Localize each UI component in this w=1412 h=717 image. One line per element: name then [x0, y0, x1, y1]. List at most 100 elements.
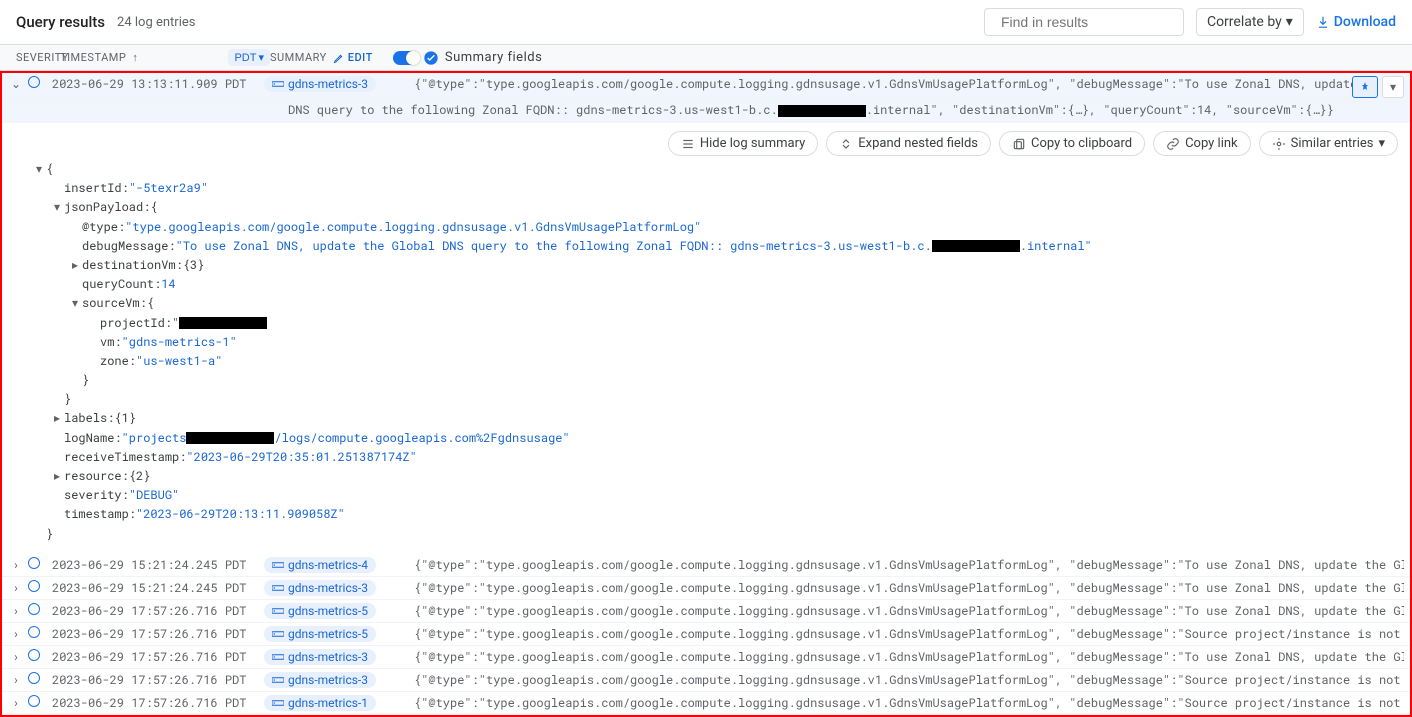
find-in-results[interactable]	[984, 8, 1184, 36]
severity-indicator	[24, 626, 44, 642]
log-row[interactable]: › 2023-06-29 17:57:26.716 PDT gdns-metri…	[2, 692, 1410, 715]
download-button[interactable]: Download	[1316, 14, 1396, 30]
instance-icon	[272, 584, 284, 592]
expand-icon	[839, 137, 853, 151]
timezone-button[interactable]: PDT ▾	[228, 49, 270, 66]
find-input[interactable]	[1001, 14, 1182, 30]
collapse-icon[interactable]: ⌄	[8, 76, 24, 92]
redacted-text	[778, 105, 866, 117]
clipboard-icon	[1012, 137, 1026, 151]
correlate-label: Correlate by	[1207, 14, 1282, 30]
resource-chip[interactable]: gdns-metrics-1	[264, 695, 376, 711]
log-row[interactable]: › 2023-06-29 17:57:26.716 PDT gdns-metri…	[2, 623, 1410, 646]
resource-chip[interactable]: gdns-metrics-3	[264, 76, 376, 92]
log-row[interactable]: › 2023-06-29 15:21:24.245 PDT gdns-metri…	[2, 577, 1410, 600]
copy-link-button[interactable]: Copy link	[1153, 131, 1251, 156]
summary-cell: {"@type":"type.googleapis.com/google.com…	[414, 649, 1404, 665]
resource-chip[interactable]: gdns-metrics-5	[264, 603, 376, 619]
log-row-expanded[interactable]: ⌄ 2023-06-29 13:13:11.909 PDT gdns-metri…	[2, 73, 1410, 102]
expand-icon[interactable]: ›	[8, 580, 24, 596]
severity-indicator	[24, 695, 44, 711]
severity-indicator	[24, 649, 44, 665]
timestamp-cell: 2023-06-29 17:57:26.716 PDT	[44, 649, 264, 665]
correlate-by-button[interactable]: Correlate by ▾	[1196, 8, 1304, 36]
col-summary: SUMMARY	[270, 51, 327, 64]
tree-toggle[interactable]: ▾	[32, 160, 46, 179]
copy-clipboard-button[interactable]: Copy to clipboard	[999, 131, 1145, 156]
tree-toggle[interactable]: ▸	[50, 467, 64, 486]
redacted-text	[179, 317, 267, 329]
top-bar: Query results 24 log entries Correlate b…	[0, 0, 1412, 45]
chevron-down-icon: ▾	[1378, 136, 1385, 151]
tree-toggle[interactable]: ▾	[50, 198, 64, 217]
expand-icon[interactable]: ›	[8, 672, 24, 688]
json-detail: ▾{ insertId: "-5texr2a9" ▾jsonPayload: {…	[2, 156, 1410, 554]
redacted-text	[932, 240, 1020, 252]
log-row[interactable]: › 2023-06-29 17:57:26.716 PDT gdns-metri…	[2, 669, 1410, 692]
sort-asc-icon: ↑	[132, 51, 138, 64]
expand-icon[interactable]: ›	[8, 557, 24, 573]
tree-toggle[interactable]: ▸	[50, 409, 64, 428]
download-icon	[1316, 15, 1330, 29]
page-title: Query results	[16, 13, 105, 31]
timestamp-cell: 2023-06-29 15:21:24.245 PDT	[44, 557, 264, 573]
instance-icon	[272, 80, 284, 88]
instance-icon	[272, 630, 284, 638]
col-severity: SEVERITY	[8, 51, 60, 64]
edit-summary-button[interactable]: EDIT	[333, 51, 373, 64]
timestamp-cell: 2023-06-29 17:57:26.716 PDT	[44, 626, 264, 642]
detail-toolbar: Hide log summary Expand nested fields Co…	[2, 123, 1410, 156]
summary-fields-toggle[interactable]	[393, 51, 419, 65]
col-timestamp[interactable]: TIMESTAMP ↑ PDT ▾	[60, 49, 270, 66]
timestamp-cell: 2023-06-29 17:57:26.716 PDT	[44, 672, 264, 688]
instance-icon	[272, 699, 284, 707]
expand-nested-button[interactable]: Expand nested fields	[826, 131, 991, 156]
timestamp-cell: 2023-06-29 13:13:11.909 PDT	[44, 76, 264, 92]
link-icon	[1166, 137, 1180, 151]
timestamp-cell: 2023-06-29 15:21:24.245 PDT	[44, 580, 264, 596]
instance-icon	[272, 607, 284, 615]
row-menu-button[interactable]: ▾	[1382, 76, 1404, 98]
expand-icon[interactable]: ›	[8, 626, 24, 642]
summary-cell: {"@type":"type.googleapis.com/google.com…	[414, 695, 1404, 711]
instance-icon	[272, 676, 284, 684]
chevron-down-icon: ▾	[258, 51, 264, 64]
entry-count: 24 log entries	[117, 15, 195, 30]
tree-toggle[interactable]: ▾	[68, 294, 82, 313]
resource-chip[interactable]: gdns-metrics-5	[264, 626, 376, 642]
expand-icon[interactable]: ›	[8, 603, 24, 619]
summary-continuation: DNS query to the following Zonal FQDN:: …	[2, 102, 1410, 123]
check-badge-icon	[423, 50, 439, 66]
tree-toggle[interactable]: ▸	[68, 256, 82, 275]
hide-log-summary-button[interactable]: Hide log summary	[668, 131, 818, 156]
timestamp-cell: 2023-06-29 17:57:26.716 PDT	[44, 603, 264, 619]
severity-indicator	[24, 672, 44, 688]
resource-chip[interactable]: gdns-metrics-3	[264, 672, 376, 688]
severity-indicator	[24, 580, 44, 596]
severity-indicator	[24, 557, 44, 573]
list-icon	[681, 137, 695, 151]
instance-icon	[272, 653, 284, 661]
pin-icon	[1359, 81, 1371, 93]
similar-entries-button[interactable]: Similar entries ▾	[1259, 131, 1398, 156]
summary-fields-label: Summary fields	[445, 50, 542, 65]
pencil-icon	[333, 52, 345, 64]
summary-cell: {"@type":"type.googleapis.com/google.com…	[414, 76, 1352, 92]
resource-chip[interactable]: gdns-metrics-3	[264, 649, 376, 665]
summary-cell: {"@type":"type.googleapis.com/google.com…	[414, 672, 1404, 688]
expand-icon[interactable]: ›	[8, 695, 24, 711]
severity-indicator	[24, 76, 44, 92]
expand-icon[interactable]: ›	[8, 649, 24, 665]
summary-cell: {"@type":"type.googleapis.com/google.com…	[414, 626, 1404, 642]
log-row[interactable]: › 2023-06-29 17:57:26.716 PDT gdns-metri…	[2, 646, 1410, 669]
log-row[interactable]: › 2023-06-29 17:57:26.716 PDT gdns-metri…	[2, 600, 1410, 623]
resource-chip[interactable]: gdns-metrics-4	[264, 557, 376, 573]
summary-cell: {"@type":"type.googleapis.com/google.com…	[414, 557, 1404, 573]
severity-indicator	[24, 603, 44, 619]
instance-icon	[272, 561, 284, 569]
resource-chip[interactable]: gdns-metrics-3	[264, 580, 376, 596]
log-row[interactable]: › 2023-06-29 15:21:24.245 PDT gdns-metri…	[2, 554, 1410, 577]
redacted-text	[186, 432, 274, 444]
columns-header: SEVERITY TIMESTAMP ↑ PDT ▾ SUMMARY EDIT …	[0, 45, 1412, 71]
pin-button[interactable]	[1352, 76, 1378, 98]
